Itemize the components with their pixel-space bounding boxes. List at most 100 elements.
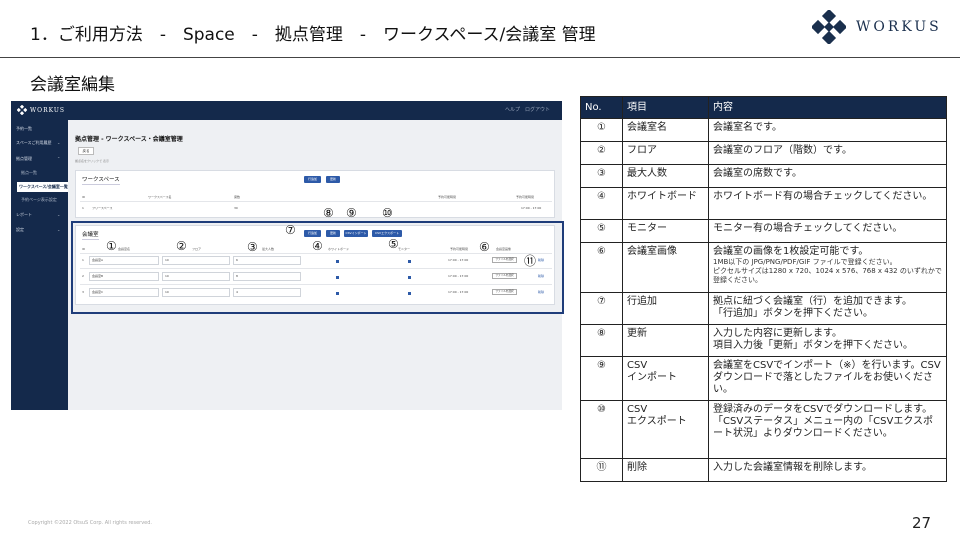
table-row: ⑥ 会議室画像 会議室の画像を1枚設定可能です。 1MB以下の JPG/PNG/…	[580, 242, 947, 293]
row-no: ⑩	[580, 400, 623, 459]
workus-logo: WORKUS	[812, 10, 942, 44]
row-content: 会議室名です。	[708, 118, 947, 142]
logo-text: WORKUS	[856, 19, 942, 35]
chevron-down-icon: ⌄	[57, 212, 61, 217]
row-no: ③	[580, 164, 623, 188]
app-note: 拠点名をクリックで 表示	[75, 159, 109, 163]
callout-9: ⑨	[346, 206, 357, 220]
table-row: ⑤ モニター モニター有の場合チェックしてください。	[580, 219, 947, 243]
sidebar-item-base-list[interactable]: 拠点一覧	[21, 170, 37, 176]
row-content: 会議室をCSVでインポート（※）を行います。CSVダウンロードで落としたファイル…	[708, 356, 947, 401]
callout-6: ⑥	[479, 240, 490, 254]
sidebar-item-space-history[interactable]: スペースご利用履歴	[16, 140, 52, 146]
table-row: ⑩ CSV エクスポート 登録済みのデータをCSVでダウンロードします。「CSV…	[580, 400, 947, 459]
row-item: 会議室名	[622, 118, 709, 142]
row-content: 登録済みのデータをCSVでダウンロードします。「CSVステータス」メニュー内の「…	[708, 400, 947, 459]
section-title: 会議室編集	[30, 75, 115, 95]
row-no: ⑦	[580, 292, 623, 325]
row-content: 会議室のフロア（階数）です。	[708, 141, 947, 165]
table-row: ④ ホワイトボード ホワイトボード有の場合チェックしてください。	[580, 187, 947, 220]
row-content: 入力した会議室情報を削除します。	[708, 458, 947, 482]
row-no: ⑨	[580, 356, 623, 401]
title-divider	[0, 57, 960, 58]
row-item: ホワイトボード	[622, 187, 709, 220]
field-description-table: No. 項目 内容 ① 会議室名 会議室名です。 ② フロア 会議室のフロア（階…	[580, 96, 947, 482]
row-no: ④	[580, 187, 623, 220]
table-row: ⑧ 更新 入力した内容に更新します。 項目入力後「更新」ボタンを押下ください。	[580, 324, 947, 357]
row-item: 更新	[622, 324, 709, 357]
app-logo[interactable]: WORKUS	[17, 105, 65, 115]
callout-3: ③	[247, 240, 258, 254]
row-content: ホワイトボード有の場合チェックしてください。	[708, 187, 947, 220]
callout-5: ⑤	[388, 237, 399, 251]
table-row: ③ 最大人数 会議室の席数です。	[580, 164, 947, 188]
sidebar-item-workspace-rooms[interactable]: ワークスペース/会議室一覧	[17, 182, 68, 192]
callout-7: ⑦	[285, 223, 296, 237]
callout-10: ⑩	[382, 206, 393, 220]
sidebar-item-reports[interactable]: レポート	[16, 212, 32, 218]
table-row: ② フロア 会議室のフロア（階数）です。	[580, 141, 947, 165]
row-content: 拠点に紐づく会議室（行）を追加できます。 「行追加」ボタンを押下ください。	[708, 292, 947, 325]
sidebar-item-settings[interactable]: 設定	[16, 227, 24, 233]
edit-area-highlight	[71, 221, 564, 314]
row-item: モニター	[622, 219, 709, 243]
page-number: 27	[912, 514, 932, 532]
app-sidebar: 予約一覧 スペースご利用履歴 ⌄ 拠点管理 ⌃ 拠点一覧 ワークスペース/会議室…	[11, 120, 68, 410]
app-page-title: 拠点管理 - ワークスペース・会議室管理	[75, 136, 183, 143]
workspace-update-button[interactable]: 更新	[326, 176, 340, 183]
row-content: 入力した内容に更新します。 項目入力後「更新」ボタンを押下ください。	[708, 324, 947, 357]
ws-row-id: 1	[82, 206, 84, 210]
row-item: 行追加	[622, 292, 709, 325]
app-logo-text: WORKUS	[30, 106, 66, 114]
row-item: CSV インポート	[622, 356, 709, 401]
row-item: 会議室画像	[622, 242, 709, 293]
row-content: 会議室の席数です。	[708, 164, 947, 188]
chevron-down-icon: ⌄	[57, 140, 61, 145]
callout-8: ⑧	[323, 206, 334, 220]
sidebar-item-reservations[interactable]: 予約一覧	[16, 126, 32, 132]
workspace-title: ワークスペース	[82, 177, 120, 185]
app-logo-mark-icon	[17, 105, 27, 115]
table-header-row: No. 項目 内容	[580, 96, 947, 119]
ws-header-name: ワークスペース名	[148, 195, 172, 199]
header-item: 項目	[622, 96, 709, 119]
row-divider	[80, 201, 552, 202]
copyright: Copyright ©2022 OtsuS Corp. All rights r…	[28, 520, 153, 526]
table-row: ① 会議室名 会議室名です。	[580, 118, 947, 142]
callout-2: ②	[176, 239, 187, 253]
app-topbar: ヘルプ ログアウト	[11, 101, 562, 120]
back-button[interactable]: 戻る	[78, 147, 94, 155]
ws-header-time-2: 予約可能時間	[516, 195, 535, 199]
callout-1: ①	[106, 239, 117, 253]
ws-row-name[interactable]: フリースペース	[92, 206, 113, 210]
row-no: ⑥	[580, 242, 623, 293]
chevron-up-icon: ⌃	[57, 156, 61, 161]
row-item: 最大人数	[622, 164, 709, 188]
row-no: ⑪	[580, 458, 623, 482]
callout-4: ④	[312, 239, 323, 253]
workspace-add-row-button[interactable]: 行追加	[304, 176, 321, 183]
ws-header-id: ID	[82, 195, 86, 199]
row-item: フロア	[622, 141, 709, 165]
slide-title: 1．ご利用方法 - Space - 拠点管理 - ワークスペース/会議室 管理	[30, 25, 596, 45]
row-content-note: 1MB以下の JPG/PNG/PDF/GIF ファイルで登録ください。 ピクセル…	[713, 258, 942, 284]
row-content-cell: 会議室の画像を1枚設定可能です。 1MB以下の JPG/PNG/PDF/GIF …	[708, 242, 947, 293]
logo-mark-icon	[812, 10, 846, 44]
row-content: 会議室の画像を1枚設定可能です。	[713, 246, 869, 257]
sidebar-item-reservation-display[interactable]: 予約ページ表示設定	[21, 197, 57, 203]
sidebar-item-base-management[interactable]: 拠点管理	[16, 156, 32, 162]
ws-row-time[interactable]: 17:00 - 17:00	[521, 206, 541, 210]
header-content: 内容	[708, 96, 947, 119]
row-no: ⑤	[580, 219, 623, 243]
ws-header-seats: 席数	[234, 195, 241, 199]
ws-row-seats[interactable]: 30	[234, 206, 238, 210]
ws-header-time: 予約可能時間	[438, 195, 457, 199]
row-item: CSV エクスポート	[622, 400, 709, 459]
app-topbar-links[interactable]: ヘルプ ログアウト	[505, 106, 550, 113]
chevron-down-icon: ⌄	[57, 227, 61, 232]
row-no: ①	[580, 118, 623, 142]
header-no: No.	[580, 96, 623, 119]
table-row: ⑦ 行追加 拠点に紐づく会議室（行）を追加できます。 「行追加」ボタンを押下くだ…	[580, 292, 947, 325]
workspace-card: ワークスペース 行追加 更新 ID ワークスペース名 席数 予約可能時間 予約可…	[75, 170, 555, 218]
row-no: ②	[580, 141, 623, 165]
